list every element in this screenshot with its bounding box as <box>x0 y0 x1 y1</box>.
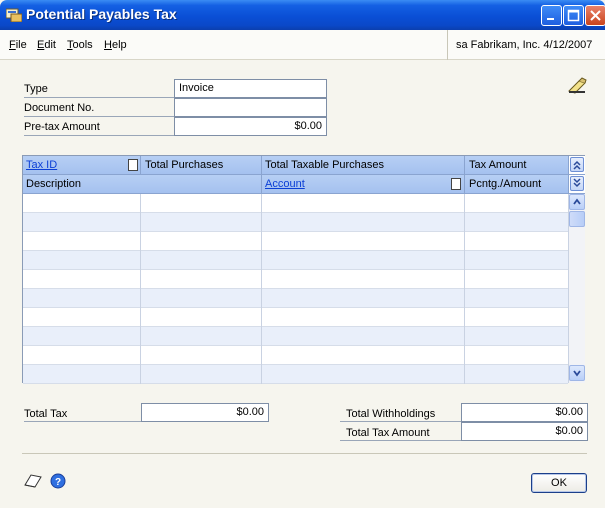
table-row[interactable] <box>23 270 568 289</box>
title-bar: Potential Payables Tax <box>0 0 605 30</box>
menu-help[interactable]: Help <box>104 39 127 51</box>
header-separator <box>261 156 262 175</box>
collapse-button-frame <box>570 176 584 191</box>
total-withholdings-field: $0.00 <box>461 403 588 422</box>
type-field[interactable]: Invoice <box>174 79 327 98</box>
svg-text:?: ? <box>55 477 61 488</box>
tax-amount-column-header: Tax Amount <box>469 159 527 171</box>
total-tax-amount-field: $0.00 <box>461 422 588 441</box>
document-label: Document No. <box>24 102 95 114</box>
column-divider <box>261 194 262 384</box>
table-row[interactable] <box>23 194 568 213</box>
account-lookup-icon[interactable] <box>451 178 461 190</box>
table-row[interactable] <box>23 289 568 308</box>
type-label: Type <box>24 83 48 95</box>
document-number-field[interactable] <box>174 98 327 117</box>
menu-bar: File Edit Tools Help sa Fabrikam, Inc. 4… <box>0 30 605 60</box>
header-separator <box>140 156 141 175</box>
header-separator <box>261 175 262 194</box>
total-tax-underline <box>24 421 141 422</box>
pretax-row: Pre-tax Amount $0.00 <box>24 117 327 136</box>
pretax-underline <box>24 135 174 136</box>
total-purchases-column-header: Total Purchases <box>145 159 224 171</box>
notes-icon[interactable] <box>23 473 43 489</box>
help-icon[interactable]: ? <box>50 473 66 489</box>
total-tax-field: $0.00 <box>141 403 269 422</box>
total-taxable-column-header: Total Taxable Purchases <box>265 159 385 171</box>
window-title: Potential Payables Tax <box>26 6 177 22</box>
chevron-down-double-icon <box>573 178 581 188</box>
table-row[interactable] <box>23 232 568 251</box>
menu-separator <box>447 30 448 60</box>
menu-file[interactable]: File <box>9 39 27 51</box>
type-row: Type Invoice <box>24 79 327 98</box>
table-row[interactable] <box>23 365 568 384</box>
menu-edit[interactable]: Edit <box>37 39 56 51</box>
total-tax-label: Total Tax <box>24 408 68 420</box>
maximize-icon <box>567 9 580 22</box>
arrow-down-icon <box>573 370 581 377</box>
column-divider <box>140 194 141 384</box>
bottom-divider <box>22 453 587 454</box>
table-row[interactable] <box>23 308 568 327</box>
menu-tools[interactable]: Tools <box>67 39 93 51</box>
minimize-button[interactable] <box>541 5 562 26</box>
expand-rows-button[interactable] <box>568 156 585 175</box>
ok-button[interactable]: OK <box>531 473 587 493</box>
table-row[interactable] <box>23 251 568 270</box>
tax-id-column-header[interactable]: Tax ID <box>26 159 57 171</box>
vertical-scrollbar[interactable] <box>568 194 585 383</box>
header-separator <box>464 175 465 194</box>
header-separator <box>464 156 465 175</box>
table-row[interactable] <box>23 327 568 346</box>
account-column-header[interactable]: Account <box>265 178 305 190</box>
table-row[interactable] <box>23 213 568 232</box>
column-divider <box>464 194 465 384</box>
tax-amount-underline <box>340 440 461 441</box>
tax-id-lookup-icon[interactable] <box>128 159 138 171</box>
note-icon[interactable] <box>567 77 587 95</box>
document-row: Document No. <box>24 98 327 117</box>
table-row[interactable] <box>23 346 568 365</box>
grid-header-row-1: Tax ID Total Purchases Total Taxable Pur… <box>23 156 568 175</box>
scroll-thumb[interactable] <box>569 211 585 227</box>
minimize-icon <box>547 18 554 20</box>
pretax-amount-field[interactable]: $0.00 <box>174 117 327 136</box>
app-icon <box>6 8 22 22</box>
company-date-label: sa Fabrikam, Inc. 4/12/2007 <box>456 39 593 51</box>
total-tax-amount-label: Total Tax Amount <box>346 427 430 439</box>
close-icon <box>590 10 601 21</box>
description-column-header: Description <box>26 178 82 190</box>
tax-grid: Tax ID Total Purchases Total Taxable Pur… <box>22 155 585 384</box>
expand-button-frame <box>570 157 584 172</box>
scroll-down-button[interactable] <box>569 365 585 381</box>
grid-header-row-2: Description Account Pcntg./Amount <box>23 175 568 194</box>
chevron-up-double-icon <box>573 160 581 170</box>
collapse-rows-button[interactable] <box>568 175 585 194</box>
arrow-up-icon <box>573 198 581 205</box>
pretax-label: Pre-tax Amount <box>24 121 100 133</box>
scroll-up-button[interactable] <box>569 194 585 210</box>
maximize-button[interactable] <box>563 5 584 26</box>
pcntg-amount-column-header: Pcntg./Amount <box>469 178 542 190</box>
total-withholdings-label: Total Withholdings <box>346 408 436 420</box>
withholdings-underline <box>340 421 461 422</box>
close-button[interactable] <box>585 5 605 26</box>
